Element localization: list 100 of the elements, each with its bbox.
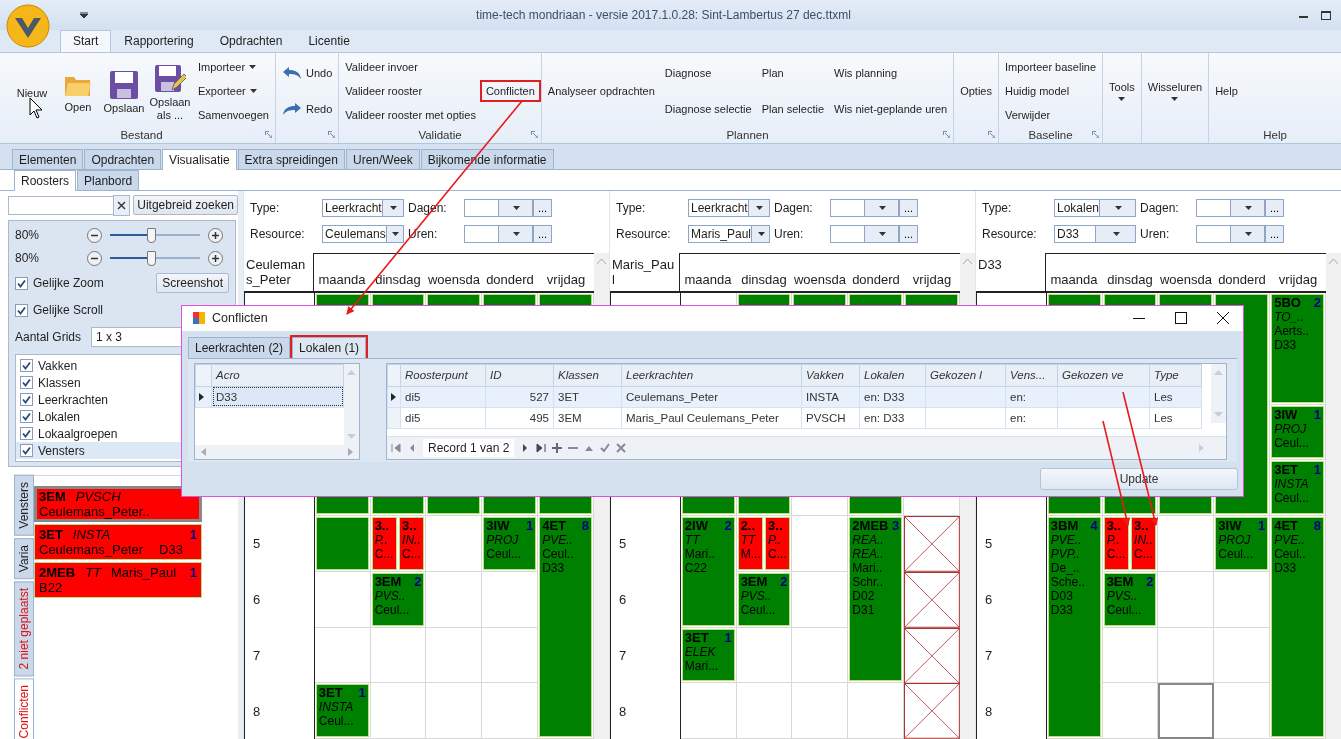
more-button[interactable]: ... — [533, 199, 552, 217]
first-record-icon[interactable] — [391, 443, 401, 453]
tab[interactable]: Leerkrachten (2) — [188, 337, 291, 358]
dropdown-field[interactable] — [464, 225, 533, 243]
lesson-block[interactable]: 2.. TT M... — [737, 517, 764, 570]
ribbon-button[interactable]: Huidig model — [1001, 83, 1100, 99]
menu-button[interactable]: Wisseluren — [1144, 79, 1206, 103]
dialog-launcher-icon[interactable] — [328, 131, 336, 138]
ribbon-button[interactable]: Conflicten — [482, 83, 538, 99]
scroll-up-icon[interactable] — [347, 370, 356, 375]
ribbon-button[interactable]: Valideer invoer — [342, 59, 479, 75]
dropdown-field[interactable]: D33 — [1054, 225, 1136, 243]
add-icon[interactable] — [552, 443, 563, 453]
new-button[interactable]: Nieuw — [11, 61, 53, 121]
close-icon[interactable] — [1217, 312, 1229, 325]
ribbon-button[interactable]: Help — [1212, 83, 1241, 99]
dialog-launcher-icon[interactable] — [530, 131, 538, 138]
redo-button[interactable]: Redo — [278, 100, 336, 118]
ribbon-tab[interactable]: Opdrachten — [206, 30, 296, 52]
more-button[interactable]: ... — [1265, 225, 1284, 243]
dropdown-field[interactable] — [830, 225, 899, 243]
lesson-block[interactable]: 5BO 2 TO_.. Aerts.. D33 — [1271, 294, 1324, 403]
lesson-block[interactable]: 3EM 2 PVS.. Ceul... — [737, 572, 791, 626]
empty-cell[interactable] — [1158, 627, 1215, 684]
scroll-left-icon[interactable] — [201, 448, 206, 456]
menu-button[interactable]: Importeer — [195, 59, 272, 75]
scroll-up-icon[interactable] — [963, 259, 972, 264]
scroll-down-icon[interactable] — [347, 434, 356, 439]
empty-cell[interactable] — [1214, 571, 1271, 628]
checkbox[interactable] — [20, 359, 33, 372]
menu-button[interactable]: Exporteer — [195, 83, 272, 99]
close-icon[interactable] — [117, 200, 127, 210]
empty-cell[interactable] — [1102, 683, 1159, 739]
lesson-block[interactable]: 3EM 2 PVS.. Ceul... — [1103, 572, 1157, 626]
lesson-block[interactable]: 3EM 2 PVS.. Ceul... — [371, 572, 425, 626]
ribbon-button[interactable]: Diagnose selectie — [661, 101, 755, 117]
lesson-block[interactable]: 3ET 1 ELEK Mari... — [681, 628, 735, 682]
empty-cell[interactable] — [482, 683, 539, 739]
lesson-block[interactable]: 3.. IN.. C... — [399, 517, 425, 570]
dialog-launcher-icon[interactable] — [264, 131, 272, 138]
dialog-launcher-icon[interactable] — [943, 131, 951, 138]
screenshot-button[interactable]: Screenshot — [156, 273, 229, 293]
lesson-block[interactable]: 3ET 1 INSTA Ceul... — [1271, 461, 1324, 514]
open-button[interactable]: Open — [57, 66, 99, 116]
maximize-icon[interactable] — [1175, 312, 1187, 325]
ribbon-button[interactable]: Wis planning — [831, 65, 951, 81]
ribbon-button[interactable]: Plan selectie — [758, 101, 828, 117]
tab[interactable]: Roosters — [14, 170, 77, 191]
list-item[interactable]: Lokalen — [16, 408, 228, 425]
lesson-block[interactable]: 3.. P.. C... — [371, 517, 398, 570]
side-tab[interactable]: Conflicten — [14, 678, 34, 739]
scroll-up-icon[interactable] — [1214, 370, 1223, 375]
scroll-up-icon[interactable] — [1329, 259, 1338, 264]
side-tab[interactable]: Vensters — [14, 475, 34, 536]
save-button[interactable]: Opslaan — [103, 65, 145, 117]
tab[interactable]: Opdrachten — [84, 149, 162, 169]
lesson-block[interactable]: 2IW 2 TT Mari.. C22 — [681, 517, 735, 626]
dropdown-field[interactable]: Maris_Paul — [688, 225, 770, 243]
lesson-block[interactable]: 4ET 8 PVE.. Ceul.. D33 — [1271, 517, 1324, 737]
selected-cell[interactable] — [1158, 683, 1215, 739]
scroll-right-icon[interactable] — [1199, 444, 1204, 452]
lesson-block[interactable]: 4ET 8 PVE.. Ceul.. D33 — [539, 517, 592, 737]
scroll-down-icon[interactable] — [1214, 412, 1223, 417]
tab[interactable]: Extra spreidingen — [237, 149, 345, 169]
search-field[interactable] — [8, 195, 114, 215]
ribbon-button[interactable]: Analyseer opdrachten — [544, 83, 658, 99]
dropdown-field[interactable] — [1196, 199, 1265, 217]
empty-cell[interactable] — [482, 627, 539, 684]
empty-cell[interactable] — [482, 571, 539, 628]
empty-cell[interactable] — [426, 683, 483, 739]
undo-button[interactable]: Undo — [278, 64, 336, 82]
tab[interactable]: Uren/Week — [345, 149, 420, 169]
ribbon-button[interactable]: Plan — [758, 65, 828, 81]
slider-thumb[interactable] — [146, 227, 156, 243]
list-item[interactable]: Lokaalgroepen — [16, 425, 228, 442]
tab[interactable]: Elementen — [12, 149, 84, 169]
checkbox[interactable] — [20, 427, 33, 440]
lesson-block[interactable] — [315, 517, 369, 570]
more-button[interactable]: ... — [899, 225, 918, 243]
cancel-icon[interactable] — [616, 443, 627, 453]
empty-cell[interactable] — [1214, 627, 1271, 684]
checkbox[interactable] — [15, 303, 28, 317]
scroll-right-icon[interactable] — [348, 448, 353, 456]
checkbox[interactable] — [20, 393, 33, 406]
empty-cell[interactable] — [1214, 683, 1271, 739]
advanced-search-button[interactable]: Uitgebreid zoeken — [133, 195, 238, 215]
conflict-card[interactable]: 2MEB TT Maris_Paul 1 B22 — [34, 562, 202, 598]
more-button[interactable]: ... — [533, 225, 552, 243]
empty-cell[interactable] — [426, 627, 483, 684]
restore-icon[interactable] — [1321, 10, 1331, 20]
empty-cell[interactable] — [792, 627, 849, 684]
ribbon-tab[interactable]: Rapportering — [111, 30, 207, 52]
more-button[interactable]: ... — [1265, 199, 1284, 217]
zoom-out-icon[interactable] — [87, 227, 102, 243]
empty-cell[interactable] — [680, 683, 737, 739]
dropdown-field[interactable] — [1196, 225, 1265, 243]
empty-cell[interactable] — [736, 683, 793, 739]
zoom-in-icon[interactable] — [208, 250, 223, 266]
ribbon-button[interactable]: Verwijder — [1001, 107, 1100, 123]
tab[interactable]: Visualisatie — [162, 149, 237, 170]
